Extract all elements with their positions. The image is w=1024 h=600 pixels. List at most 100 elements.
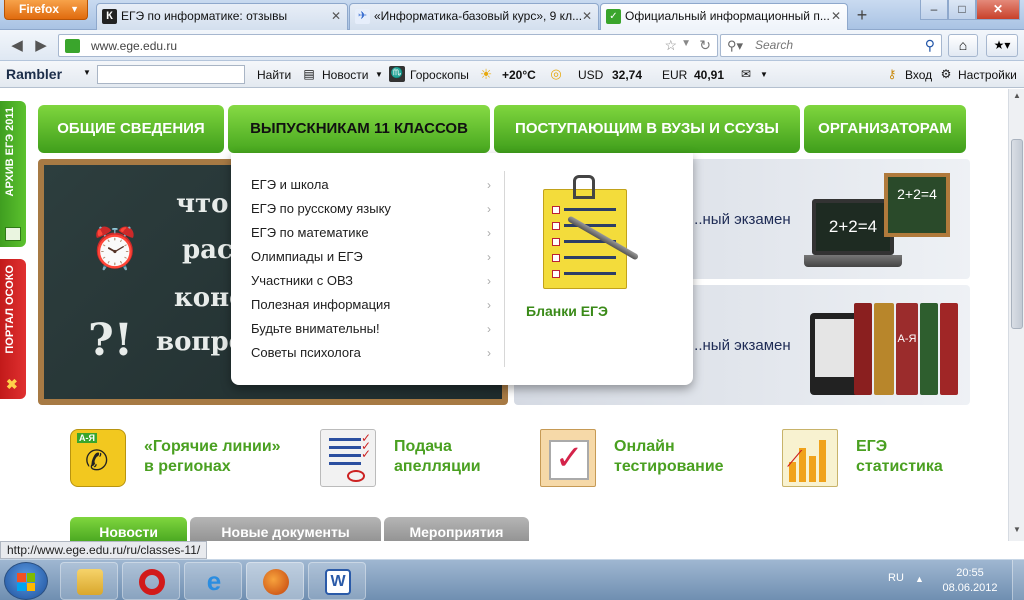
close-tab-icon[interactable]: ✕ [331,4,341,28]
window-controls: – □ ✕ [920,0,1020,20]
minimize-button[interactable]: – [920,0,948,20]
currency-icon: ◎ [550,66,562,81]
browser-tab[interactable]: ✈ «Информатика-базовый курс», 9 кл... ✕ [349,3,599,30]
dropdown-item[interactable]: ЕГЭ по математике › [251,221,491,245]
tray-flag-icon[interactable]: ▲ [915,574,924,584]
weather-sun-icon: ☀ [479,66,493,82]
taskbar-firefox[interactable] [246,562,304,600]
main-menu: ОБЩИЕ СВЕДЕНИЯ ВЫПУСКНИКАМ 11 КЛАССОВ ПО… [38,105,970,161]
dropdown-item[interactable]: Советы психолога › [251,341,491,365]
login-button[interactable]: Вход [905,68,932,82]
book-icon: А-Я [896,303,918,395]
chevron-right-icon: › [487,346,491,360]
chart-icon: ⟋ [782,429,838,487]
dropdown-divider [504,171,505,367]
scrollbar-thumb[interactable] [1011,139,1023,329]
feature-line: ЕГЭ [856,438,888,455]
banner-text: ...ный экзамен [690,211,791,228]
windows-logo-icon [17,573,35,591]
show-desktop-button[interactable] [1012,560,1024,600]
maximize-button[interactable]: □ [948,0,976,20]
scroll-down-arrow-icon[interactable]: ▼ [1011,525,1023,539]
taskbar-ie[interactable]: e [184,562,242,600]
dropdown-item[interactable]: Участники с ОВЗ › [251,269,491,293]
portal-emblem-icon: ✖ [6,376,18,392]
bookmarks-icon[interactable]: ★▾ [986,34,1018,57]
search-icon[interactable]: ⚲ [925,37,935,54]
close-window-button[interactable]: ✕ [976,0,1020,20]
word-icon: W [325,569,351,595]
start-button[interactable] [4,562,48,600]
mail-icon[interactable]: ✉ [738,66,754,82]
reload-icon[interactable]: ↻ [699,37,711,54]
forms-link[interactable]: Бланки ЕГЭ [526,303,608,319]
close-tab-icon[interactable]: ✕ [831,4,841,28]
search-engine-icon[interactable]: ⚲▾ [727,38,743,54]
close-tab-icon[interactable]: ✕ [582,4,592,28]
archive-side-tab[interactable]: АРХИВ ЕГЭ 2011 [0,101,26,247]
firefox-menu-button[interactable]: Firefox ▼ [4,0,88,20]
chevron-right-icon: › [487,202,491,216]
tab-news[interactable]: Новости [70,517,188,541]
menu-graduates-11[interactable]: ВЫПУСКНИКАМ 11 КЛАССОВ [228,105,490,161]
chalk-text: что [176,189,229,219]
archive-table-icon [5,227,21,241]
forward-arrow-icon[interactable]: ▶ [30,35,52,57]
book-icon [920,303,938,395]
chevron-down-icon[interactable]: ▼ [375,70,383,79]
new-tab-button[interactable]: + [850,5,874,27]
language-indicator[interactable]: RU [888,572,904,584]
laptop-screen-text: 2+2=4 [812,199,894,255]
dropdown-item[interactable]: ЕГЭ и школа › [251,173,491,197]
book-icon [940,303,958,395]
back-arrow-icon[interactable]: ◀ [6,35,28,57]
taskbar-explorer[interactable] [60,562,118,600]
dropdown-item[interactable]: Олимпиады и ЕГЭ › [251,245,491,269]
horoscopes-button[interactable]: Гороскопы [410,68,469,82]
weather-temp[interactable]: +20°C [502,68,536,82]
chevron-down-icon[interactable]: ▼ [83,68,91,77]
system-clock[interactable]: 20:55 08.06.2012 [942,566,998,596]
browser-tab-active[interactable]: ✓ Официальный информационный п... ✕ [600,3,848,30]
bookmark-star-icon[interactable]: ☆ [664,37,677,54]
dropdown-item[interactable]: Полезная информация › [251,293,491,317]
menu-general-info[interactable]: ОБЩИЕ СВЕДЕНИЯ [38,105,224,153]
book-icon [854,303,872,395]
eur-value: 40,91 [694,68,725,82]
tab-title: «Информатика-базовый курс», 9 кл... [374,9,583,23]
news-button[interactable]: Новости [322,68,368,82]
dropdown-item[interactable]: Будьте внимательны! › [251,317,491,341]
tab-new-documents[interactable]: Новые документы [190,517,381,541]
clipboard-icon[interactable] [537,175,640,293]
rambler-search-input[interactable] [97,65,245,84]
search-input[interactable] [755,38,905,52]
taskbar-word[interactable]: W [308,562,366,600]
site-favicon-icon [65,39,80,53]
opera-icon [139,569,165,595]
chevron-right-icon: › [487,322,491,336]
mini-chalkboard-icon: 2+2=4 [884,173,950,237]
firefox-menu-label: Firefox [19,2,60,16]
menu-university-applicants[interactable]: ПОСТУПАЮЩИМ В ВУЗЫ И ССУЗЫ [494,105,800,153]
address-bar[interactable]: www.ege.edu.ru ☆ ▼ ↻ [58,34,718,57]
dropdown-item-label: Полезная информация [251,297,391,312]
menu-organizers[interactable]: ОРГАНИЗАТОРАМ [804,105,966,153]
scroll-up-arrow-icon[interactable]: ▲ [1011,91,1023,105]
rambler-logo[interactable]: Rambler [6,66,62,82]
home-icon[interactable]: ⌂ [948,34,978,57]
dropdown-item[interactable]: ЕГЭ по русскому языку › [251,197,491,221]
chevron-right-icon: › [487,298,491,312]
portal-side-tab[interactable]: ПОРТАЛ ОСОКО ✖ [0,259,26,399]
find-button[interactable]: Найти [257,68,291,82]
tab-events[interactable]: Мероприятия [383,517,529,541]
feature-line: Подача [394,438,452,455]
chevron-down-icon[interactable]: ▼ [760,70,768,79]
history-dropdown-icon[interactable]: ▼ [681,38,691,49]
chevron-right-icon: › [487,226,491,240]
settings-button[interactable]: Настройки [958,68,1017,82]
page-scrollbar[interactable]: ▲ ▼ [1008,89,1024,541]
windows-taskbar: e W RU ▲ 20:55 08.06.2012 [0,559,1024,600]
search-bar[interactable]: ⚲▾ ⚲ [720,34,942,57]
browser-tab[interactable]: К ЕГЭ по информатике: отзывы ✕ [96,3,348,30]
taskbar-opera[interactable] [122,562,180,600]
